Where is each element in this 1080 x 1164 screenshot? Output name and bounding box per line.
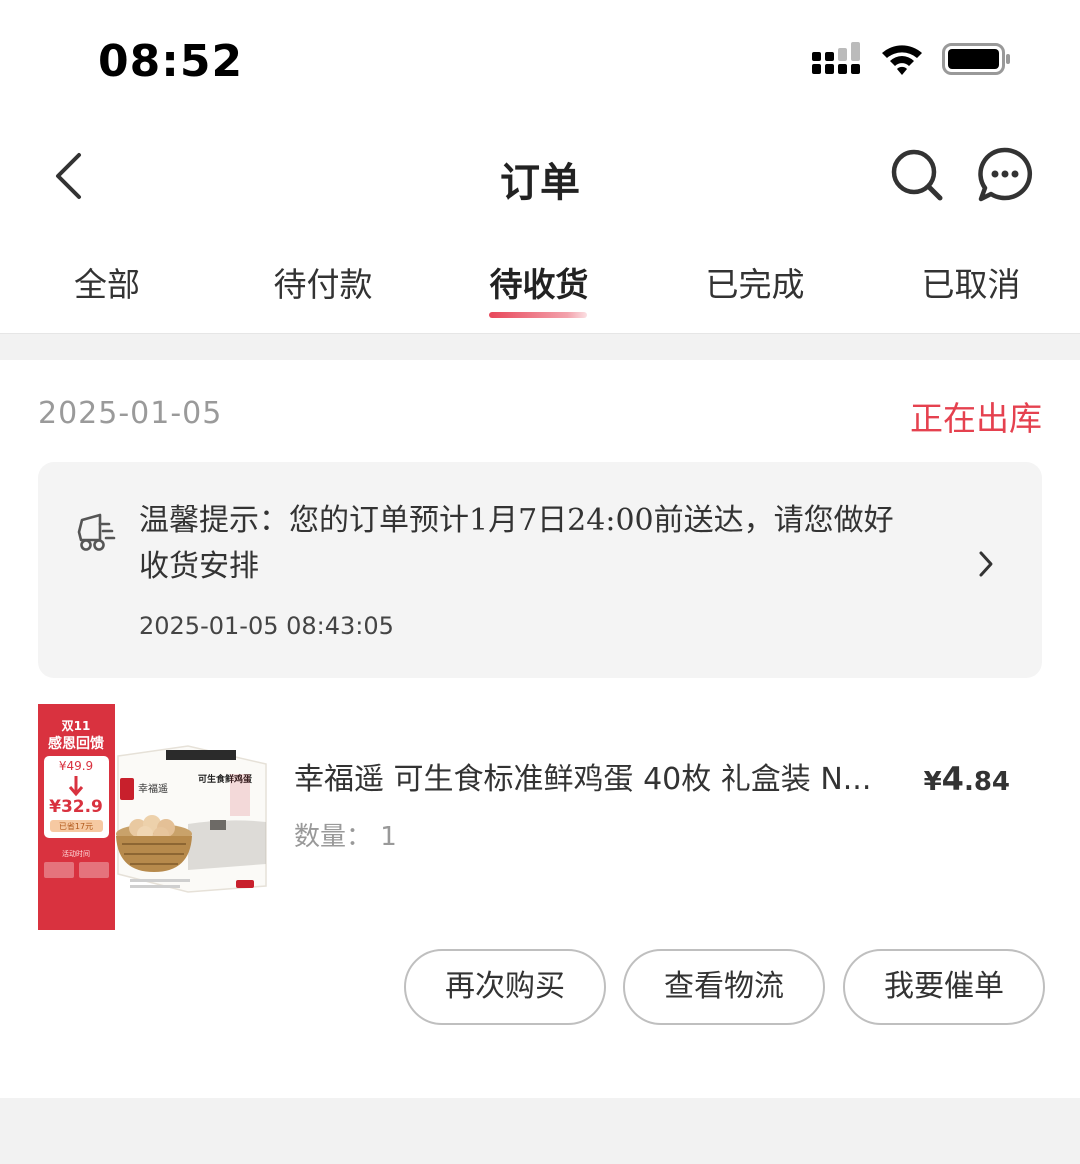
cellular-signal-icon bbox=[812, 42, 860, 74]
product-name[interactable]: 幸福遥 可生食标准鲜鸡蛋 40枚 礼盒装 N... bbox=[294, 754, 894, 798]
promo-new-price: ¥32.9 bbox=[49, 797, 103, 817]
chevron-right-icon bbox=[978, 550, 994, 586]
search-button[interactable] bbox=[890, 148, 944, 202]
promo-save: 已省17元 bbox=[59, 821, 93, 831]
order-tabs: 全部 待付款 待收货 已完成 已取消 bbox=[0, 258, 1080, 318]
tab-completed[interactable]: 已完成 bbox=[655, 258, 855, 306]
view-logistics-button[interactable]: 查看物流 bbox=[623, 949, 825, 1025]
message-button[interactable] bbox=[976, 146, 1034, 204]
delivery-notice[interactable]: 温馨提示：您的订单预计1月7日24:00前送达，请您做好收货安排 2025-01… bbox=[38, 462, 1042, 678]
promo-activity: 活动时间 bbox=[62, 849, 90, 858]
price-decimal: .84 bbox=[963, 767, 1010, 797]
header-area: 08:52 订单 全部 待付款 待收货 已完成 已取消 bbox=[0, 0, 1080, 334]
tab-pending-receipt[interactable]: 待收货 bbox=[439, 258, 639, 306]
chat-bubble-icon bbox=[978, 147, 1033, 202]
order-status: 正在出库 bbox=[910, 399, 1042, 438]
price-currency: ¥ bbox=[923, 767, 942, 797]
promo-badge-top: 双11 bbox=[62, 719, 91, 733]
search-icon bbox=[891, 149, 943, 201]
rebuy-button[interactable]: 再次购买 bbox=[404, 949, 606, 1025]
product-quantity: 数量： 1 bbox=[294, 816, 397, 853]
promo-badge-title: 感恩回馈 bbox=[48, 735, 104, 752]
order-card[interactable]: 2025-01-05 正在出库 温馨提示：您的订单预计1月7日24:00前送达，… bbox=[0, 360, 1080, 1098]
status-time: 08:52 bbox=[98, 36, 244, 87]
quantity-value: 1 bbox=[380, 822, 397, 852]
product-brand: 幸福遥 bbox=[138, 782, 168, 795]
urge-order-button[interactable]: 我要催单 bbox=[843, 949, 1045, 1025]
wifi-icon bbox=[882, 45, 922, 75]
promo-old-price: ¥49.9 bbox=[59, 759, 93, 773]
battery-icon bbox=[942, 43, 1010, 75]
active-tab-indicator bbox=[489, 312, 587, 318]
notice-text: 温馨提示：您的订单预计1月7日24:00前送达，请您做好收货安排 bbox=[139, 503, 894, 584]
header-divider bbox=[0, 333, 1080, 334]
tab-cancelled[interactable]: 已取消 bbox=[871, 258, 1071, 306]
notice-time: 2025-01-05 08:43:05 bbox=[139, 612, 394, 640]
quantity-label: 数量： bbox=[294, 822, 373, 852]
product-price: ¥4.84 bbox=[924, 760, 1010, 798]
price-integer: 4 bbox=[941, 760, 964, 798]
delivery-truck-icon bbox=[77, 513, 116, 551]
tab-all[interactable]: 全部 bbox=[7, 258, 207, 306]
product-image[interactable]: 双11 感恩回馈 ¥49.9 ¥32.9 已省17元 活动时间 幸福遥 可生食鲜… bbox=[38, 704, 270, 930]
order-date: 2025-01-05 bbox=[38, 396, 223, 431]
status-icons bbox=[812, 42, 1012, 76]
tab-pending-payment[interactable]: 待付款 bbox=[223, 258, 423, 306]
